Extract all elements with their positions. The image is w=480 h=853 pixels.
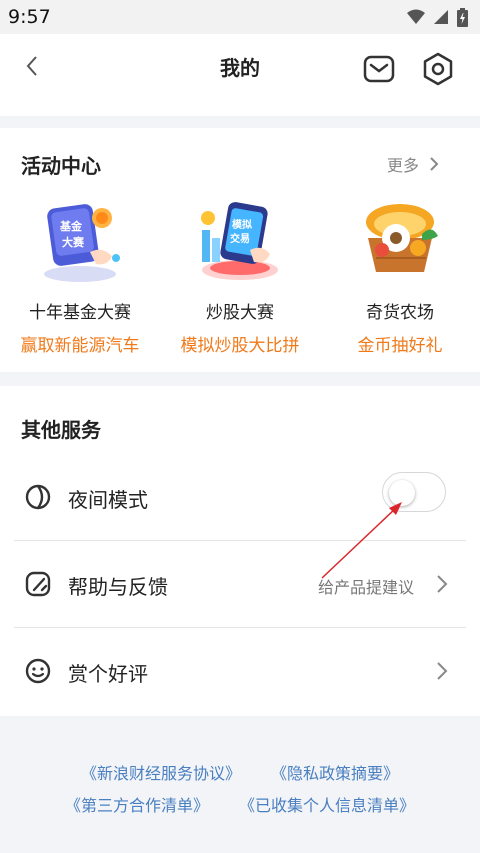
svg-text:交易: 交易 xyxy=(230,232,250,245)
battery-icon xyxy=(457,7,468,27)
activity-name: 十年基金大赛 xyxy=(29,303,131,323)
activity-center: 活动中心 更多 基金 大赛 十年基金大赛 赢取新能源汽车 模拟 交易 炒股大赛 … xyxy=(0,128,480,372)
mail-icon xyxy=(363,55,395,83)
activity-title: 活动中心 xyxy=(21,154,101,178)
svg-text:大赛: 大赛 xyxy=(62,235,85,249)
signal-icon xyxy=(434,10,448,24)
header: 我的 xyxy=(0,34,480,98)
activity-fund-contest[interactable]: 基金 大赛 十年基金大赛 赢取新能源汽车 xyxy=(0,194,160,356)
activity-subtitle: 赢取新能源汽车 xyxy=(20,336,140,356)
help-feedback-hint: 给产品提建议 xyxy=(317,578,414,597)
status-bar: 9:57 xyxy=(0,0,480,34)
activity-subtitle: 金币抽好礼 xyxy=(357,336,443,356)
help-feedback-label: 帮助与反馈 xyxy=(68,575,168,599)
activity-name: 奇货农场 xyxy=(366,303,434,323)
help-feedback-row[interactable]: 帮助与反馈 给产品提建议 xyxy=(14,541,466,627)
night-mode-row: 夜间模式 xyxy=(14,454,466,540)
status-time: 9:57 xyxy=(8,6,51,28)
stock-contest-image: 模拟 交易 xyxy=(192,194,288,284)
status-icons xyxy=(407,7,468,27)
smile-icon xyxy=(25,658,51,684)
service-agreement-link[interactable]: 《新浪财经服务协议》 xyxy=(81,760,241,784)
activity-name: 炒股大赛 xyxy=(206,303,274,323)
more-label: 更多 xyxy=(387,156,420,175)
activity-subtitle: 模拟炒股大比拼 xyxy=(180,336,300,356)
more-link[interactable]: 更多 xyxy=(387,152,439,176)
personal-info-list-link[interactable]: 《已收集个人信息清单》 xyxy=(239,792,415,816)
footer-line: 《第三方合作清单》 《已收集个人信息清单》 xyxy=(0,788,480,820)
services-title: 其他服务 xyxy=(21,418,101,442)
feedback-icon xyxy=(25,571,51,597)
toggle-knob xyxy=(389,480,415,506)
moon-icon xyxy=(25,484,51,510)
page-title: 我的 xyxy=(220,56,260,80)
message-button[interactable] xyxy=(362,53,396,85)
footer-line: 《新浪财经服务协议》 《隐私政策摘要》 xyxy=(0,756,480,788)
night-mode-label: 夜间模式 xyxy=(68,488,148,512)
footer-links: 《新浪财经服务协议》 《隐私政策摘要》 《第三方合作清单》 《已收集个人信息清单… xyxy=(0,756,480,820)
rate-label: 赏个好评 xyxy=(68,662,148,686)
activity-stock-contest[interactable]: 模拟 交易 炒股大赛 模拟炒股大比拼 xyxy=(160,194,320,356)
fund-contest-image: 基金 大赛 xyxy=(32,194,128,284)
third-party-list-link[interactable]: 《第三方合作清单》 xyxy=(65,792,209,816)
farm-image xyxy=(352,194,448,284)
chevron-right-icon xyxy=(430,157,439,171)
other-services: 其他服务 夜间模式 帮助与反馈 给产品提建议 赏个好评 xyxy=(0,386,480,716)
activity-farm[interactable]: 奇货农场 金币抽好礼 xyxy=(320,194,480,356)
top-strip xyxy=(0,98,480,116)
chevron-right-icon xyxy=(437,575,448,593)
svg-text:模拟: 模拟 xyxy=(232,218,252,231)
svg-text:基金: 基金 xyxy=(59,219,83,233)
wifi-icon xyxy=(407,9,425,24)
privacy-summary-link[interactable]: 《隐私政策摘要》 xyxy=(271,760,399,784)
night-mode-toggle[interactable] xyxy=(382,472,446,512)
gear-icon xyxy=(423,52,453,86)
settings-button[interactable] xyxy=(420,51,456,87)
rate-row[interactable]: 赏个好评 xyxy=(14,628,466,714)
chevron-right-icon xyxy=(437,662,448,680)
